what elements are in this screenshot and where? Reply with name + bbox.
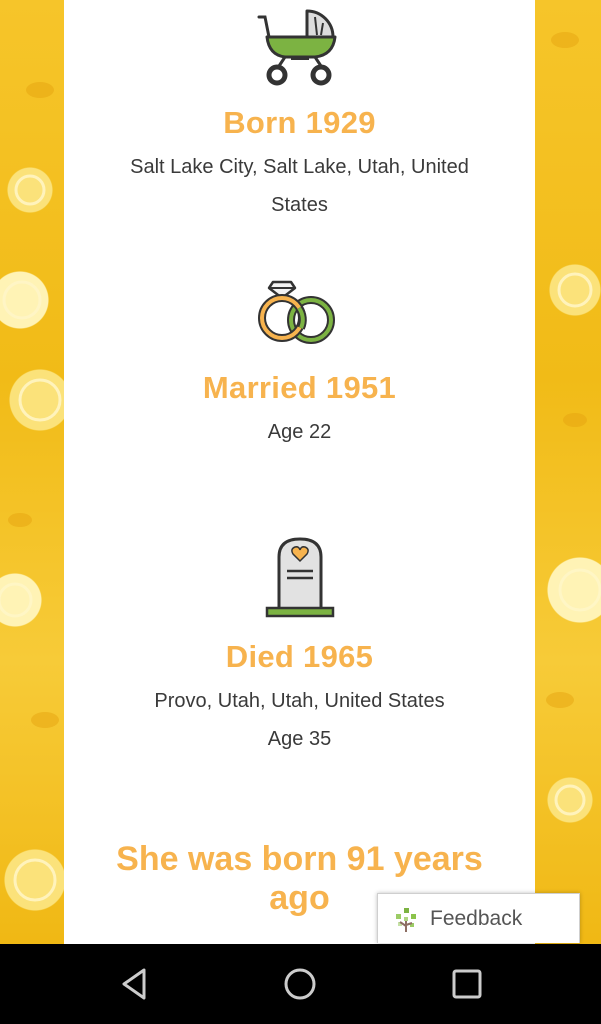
event-place-line1: Salt Lake City, Salt Lake, Utah, United [130, 156, 469, 178]
family-tree-icon [396, 907, 416, 932]
event-age: Age 35 [267, 728, 332, 750]
event-title: Married 1951 [202, 370, 397, 405]
back-icon[interactable] [114, 964, 154, 1004]
gravestone-icon [265, 537, 334, 618]
feedback-label: Feedback [430, 906, 523, 930]
wedding-rings-icon [257, 280, 335, 344]
android-nav-bar [0, 944, 601, 1024]
event-died: Died 1965 Provo, Utah, Utah, United Stat… [64, 535, 535, 758]
event-married: Married 1951 Age 22 [64, 276, 535, 451]
feedback-button[interactable]: Feedback [377, 893, 580, 943]
event-age: Age 22 [267, 421, 332, 443]
event-title: Born 1929 [223, 105, 376, 140]
floral-pattern-left [0, 82, 62, 902]
home-icon[interactable] [280, 964, 320, 1004]
floral-pattern-right [546, 32, 601, 816]
timeline-card: Born 1929 Salt Lake City, Salt Lake, Uta… [64, 0, 535, 944]
event-place: Provo, Utah, Utah, United States [154, 690, 445, 712]
recents-icon[interactable] [447, 964, 487, 1004]
event-place-line2: States [271, 194, 328, 216]
event-born: Born 1929 Salt Lake City, Salt Lake, Uta… [64, 3, 535, 224]
baby-carriage-icon [257, 9, 336, 86]
event-title: Died 1965 [225, 639, 374, 674]
